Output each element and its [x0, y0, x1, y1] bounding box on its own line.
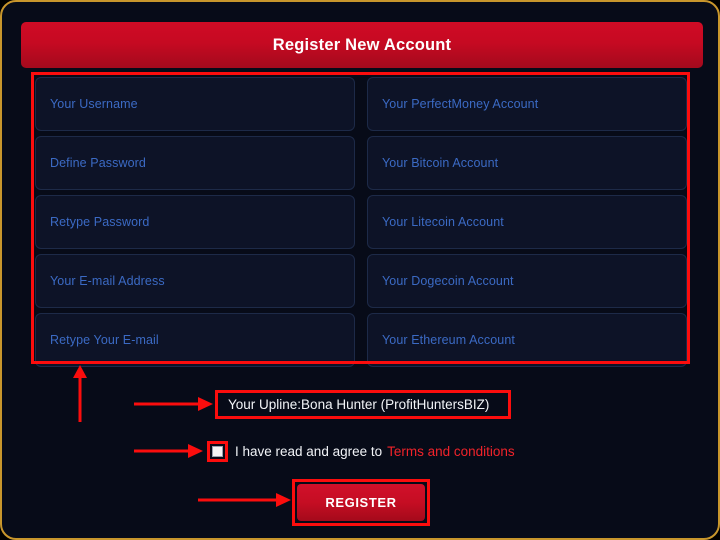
terms-agreement-row: I have read and agree to Terms and condi… [207, 440, 515, 462]
page-title: Register New Account [272, 35, 452, 54]
perfectmoney-field[interactable]: Your PerfectMoney Account [367, 77, 687, 131]
register-button-label: REGISTER [325, 495, 397, 510]
arrow-right-icon [198, 493, 291, 507]
email-field[interactable]: Your E-mail Address [35, 254, 355, 308]
retype-password-field-placeholder: Retype Password [50, 215, 150, 229]
litecoin-field-placeholder: Your Litecoin Account [382, 215, 504, 229]
arrow-right-icon [134, 444, 203, 458]
registration-page: Register New Account Your Username Defin… [0, 0, 720, 540]
terms-checkbox[interactable] [212, 445, 223, 457]
bitcoin-field[interactable]: Your Bitcoin Account [367, 136, 687, 190]
registration-form: Your Username Define Password Retype Pas… [35, 77, 687, 367]
email-field-placeholder: Your E-mail Address [50, 274, 165, 288]
username-field[interactable]: Your Username [35, 77, 355, 131]
terms-agreement-label: I have read and agree to [235, 443, 383, 459]
retype-email-field-placeholder: Retype Your E-mail [50, 333, 159, 347]
dogecoin-field-placeholder: Your Dogecoin Account [382, 274, 514, 288]
form-column-right: Your PerfectMoney Account Your Bitcoin A… [367, 77, 687, 367]
ethereum-field[interactable]: Your Ethereum Account [367, 313, 687, 367]
annotation-box-upline: Your Upline:Bona Hunter (ProfitHuntersBI… [215, 390, 511, 419]
dogecoin-field[interactable]: Your Dogecoin Account [367, 254, 687, 308]
terms-and-conditions-link[interactable]: Terms and conditions [387, 444, 515, 459]
annotation-box-terms-checkbox [207, 440, 228, 462]
perfectmoney-field-placeholder: Your PerfectMoney Account [382, 97, 539, 111]
form-column-left: Your Username Define Password Retype Pas… [35, 77, 355, 367]
arrow-right-icon [134, 397, 213, 411]
litecoin-field[interactable]: Your Litecoin Account [367, 195, 687, 249]
register-button[interactable]: REGISTER [297, 484, 425, 521]
upline-text: Your Upline:Bona Hunter (ProfitHuntersBI… [228, 397, 490, 412]
ethereum-field-placeholder: Your Ethereum Account [382, 333, 515, 347]
bitcoin-field-placeholder: Your Bitcoin Account [382, 156, 499, 170]
arrow-up-icon [73, 365, 87, 422]
page-header-bar: Register New Account [21, 22, 703, 68]
retype-email-field[interactable]: Retype Your E-mail [35, 313, 355, 367]
define-password-field[interactable]: Define Password [35, 136, 355, 190]
username-field-placeholder: Your Username [50, 97, 138, 111]
define-password-field-placeholder: Define Password [50, 156, 146, 170]
retype-password-field[interactable]: Retype Password [35, 195, 355, 249]
